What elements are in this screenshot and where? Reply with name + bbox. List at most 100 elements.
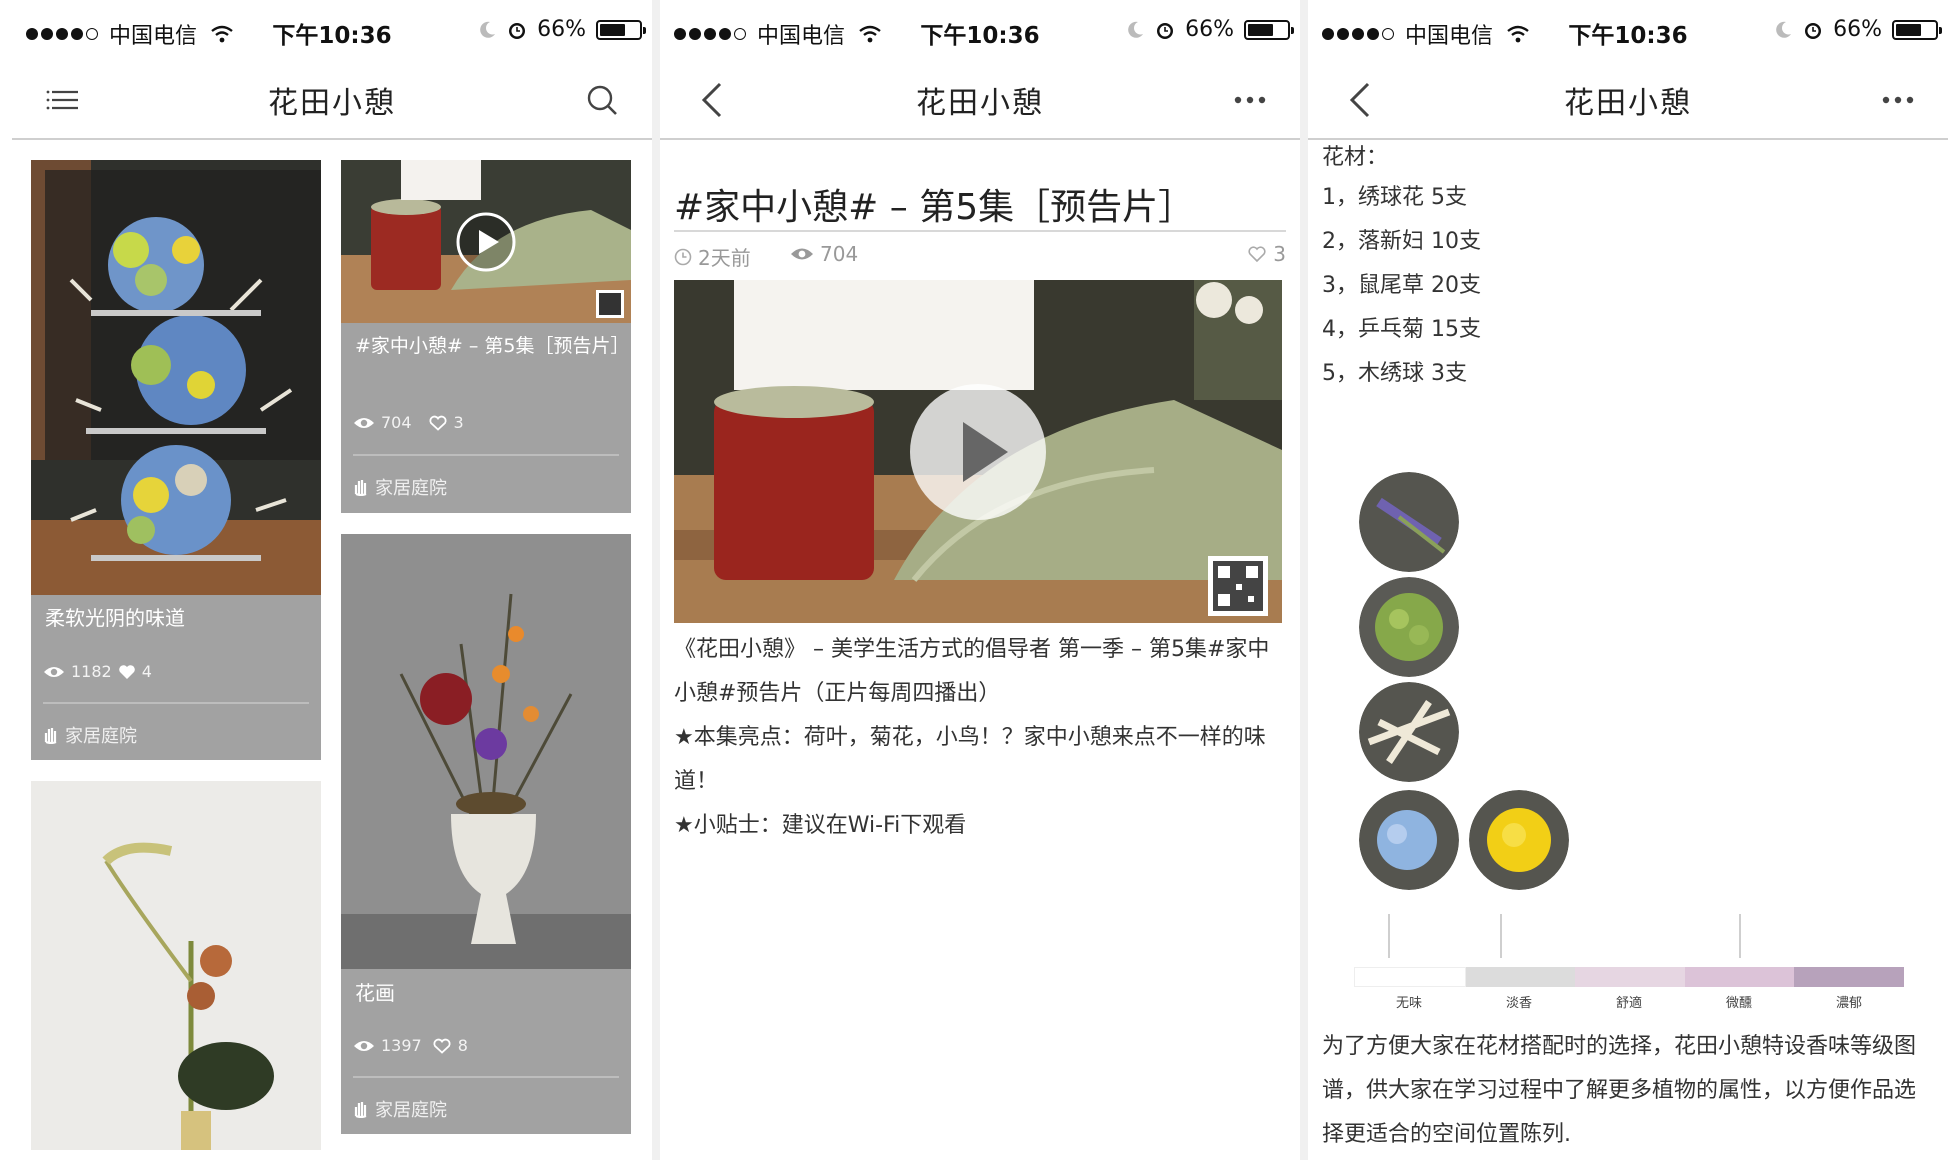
battery-percent: 66% [537, 17, 586, 42]
scale-segment [1794, 967, 1904, 987]
scale-tick [1388, 914, 1390, 958]
card-title: 柔软光阴的味道 [45, 606, 185, 630]
clock-icon [674, 248, 692, 265]
article-time: 2天前 [674, 242, 751, 271]
scent-scale-bar [1354, 967, 1904, 987]
moon-icon [1776, 21, 1792, 38]
material-item: 3，鼠尾草 20支 [1322, 273, 1481, 298]
amaryllis-vase-photo [341, 534, 631, 969]
body-paragraph: ★小贴士：建议在Wi-Fi下观看 [674, 813, 967, 838]
screen-gap [1300, 0, 1308, 1160]
feed-card[interactable]: #家中小憩# – 第5集［预告片］ 704 3 家居庭院 [341, 160, 631, 513]
like-count: 4 [141, 662, 152, 681]
heart-outline-icon[interactable] [1247, 245, 1267, 263]
scale-tick [1500, 914, 1502, 958]
body-paragraph: ★本集亮点：荷叶，菊花，小鸟！？家中小憩来点不一样的味道！ [674, 725, 1266, 794]
page-title: 花田小憩 [268, 86, 396, 121]
battery-percent: 66% [1833, 17, 1882, 42]
nav-bar: 花田小憩 [12, 62, 652, 140]
feed-card[interactable]: 花画 1397 8 家居庭院 [341, 534, 631, 1134]
dried-flower-photo [31, 781, 321, 1150]
more-icon[interactable] [1878, 80, 1918, 120]
page-title: 花田小憩 [916, 86, 1044, 121]
scale-label: 淡香 [1505, 996, 1532, 1011]
material-item: 4，乒乓菊 15支 [1322, 317, 1481, 342]
article-title: #家中小憩# – 第5集［预告片］ [674, 187, 1195, 228]
flower-tower-photo [31, 160, 321, 595]
eye-icon [354, 417, 374, 428]
screen-gap [652, 0, 660, 1160]
view-count: 704 [820, 242, 859, 266]
moon-icon [480, 21, 496, 38]
time-ago: 2天前 [698, 246, 751, 270]
view-count: 704 [381, 413, 412, 432]
article-likes[interactable]: 3 [1247, 242, 1286, 266]
battery-icon [596, 19, 646, 40]
category-label: 家居庭院 [375, 1100, 447, 1121]
battery-percent: 66% [1185, 17, 1234, 42]
scale-label: 濃郁 [1835, 996, 1862, 1011]
scent-description: 为了方便大家在花材搭配时的选择，花田小憩特设香味等级图谱，供大家在学习过程中了解… [1322, 1034, 1917, 1147]
pingpong-chrysanthemum-image [1469, 790, 1569, 890]
more-icon[interactable] [1230, 80, 1270, 120]
material-item: 2，落新妇 10支 [1322, 229, 1481, 254]
material-item: 1，绣球花 5支 [1322, 185, 1467, 210]
hand-icon [44, 728, 57, 744]
category-label: 家居庭院 [65, 726, 137, 747]
screen-article-scrolled: 中国电信 下午10:36 66% 花田小憩 花材： 1，绣球花 5支 2，落新妇… [1308, 0, 1948, 1160]
alarm-icon [509, 22, 526, 39]
hydrangea-flower-image [1359, 790, 1459, 890]
viburnum-flower-image [1359, 577, 1459, 677]
heart-outline-icon[interactable] [428, 415, 448, 431]
hand-icon [354, 1102, 367, 1118]
card-stats: 1182 4 [43, 662, 152, 681]
view-count: 1397 [381, 1036, 422, 1055]
article-views: 704 [790, 242, 858, 266]
heart-filled-icon[interactable] [118, 664, 136, 680]
status-bar: 中国电信 下午10:36 66% [660, 0, 1300, 62]
heart-outline-icon[interactable] [432, 1038, 452, 1054]
play-icon[interactable] [908, 382, 1048, 522]
nav-bar: 花田小憩 [660, 62, 1300, 140]
feed-card[interactable]: 柔软光阴的味道 1182 4 家居庭院 [31, 160, 321, 760]
card-title: 花画 [355, 981, 395, 1005]
like-count: 8 [457, 1036, 468, 1055]
materials-list: 花材： 1，绣球花 5支 2，落新妇 10支 3，鼠尾草 20支 4，乒乓菊 1… [1322, 140, 1481, 396]
astilbe-flower-image [1359, 682, 1459, 782]
card-category[interactable]: 家居庭院 [353, 1096, 447, 1122]
card-divider [353, 1076, 619, 1078]
like-count: 3 [453, 413, 464, 432]
status-bar: 中国电信 下午10:36 66% [1308, 0, 1948, 62]
feed-card[interactable] [31, 781, 321, 1150]
page-title: 花田小憩 [1564, 86, 1692, 121]
scale-label: 无味 [1395, 996, 1422, 1011]
eye-icon [791, 248, 813, 260]
view-count: 1182 [71, 662, 112, 681]
card-category[interactable]: 家居庭院 [43, 722, 137, 748]
scale-segment [1465, 967, 1576, 987]
like-count: 3 [1273, 242, 1286, 266]
eye-icon [44, 666, 64, 677]
play-icon[interactable] [467, 212, 527, 272]
qr-code-icon [1208, 556, 1268, 616]
title-divider [674, 230, 1286, 232]
card-category[interactable]: 家居庭院 [353, 474, 447, 500]
alarm-icon [1805, 22, 1822, 39]
scale-label: 舒適 [1615, 996, 1642, 1011]
category-label: 家居庭院 [375, 478, 447, 499]
battery-icon [1244, 19, 1294, 40]
hand-icon [354, 480, 367, 496]
video-player[interactable] [674, 280, 1282, 623]
materials-header: 花材： [1322, 145, 1389, 170]
scale-segment [1575, 967, 1685, 987]
salvia-flower-image [1359, 472, 1459, 572]
battery-icon [1892, 19, 1942, 40]
material-item: 5，木绣球 3支 [1322, 361, 1467, 386]
scale-segment [1684, 967, 1795, 987]
eye-icon [354, 1040, 374, 1051]
card-divider [353, 454, 619, 456]
scale-tick [1739, 914, 1741, 958]
search-icon[interactable] [582, 80, 622, 120]
card-stats: 704 3 [353, 413, 464, 432]
moon-icon [1128, 21, 1144, 38]
